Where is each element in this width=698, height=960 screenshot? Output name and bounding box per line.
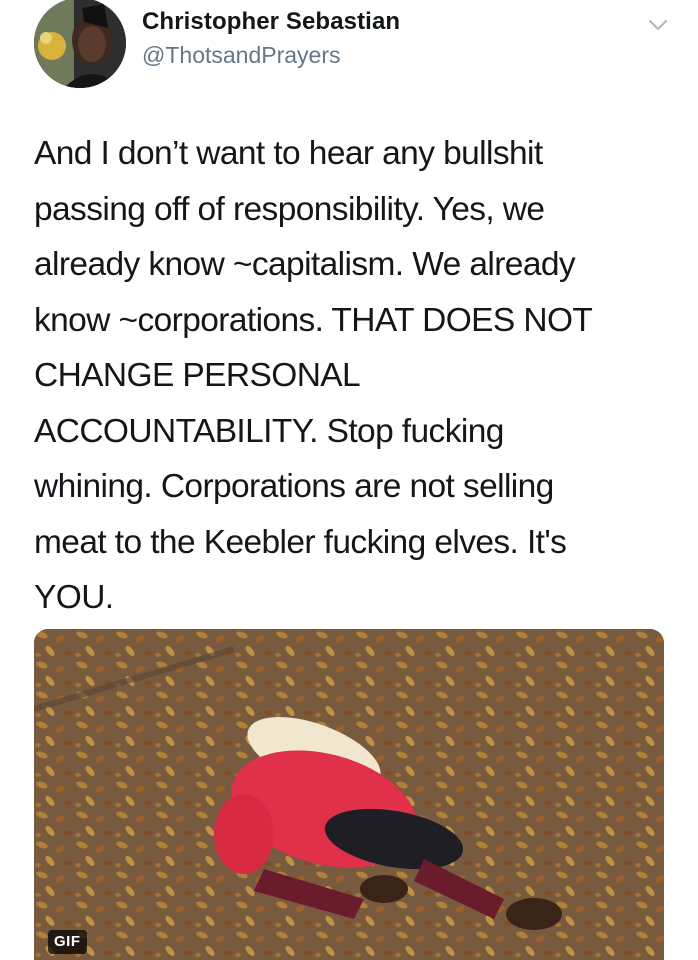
tweet: Christopher Sebastian @ThotsandPrayers A… — [0, 0, 698, 960]
chevron-down-icon[interactable] — [645, 12, 671, 38]
author-name[interactable]: Christopher Sebastian — [142, 8, 400, 36]
author-handle[interactable]: @ThotsandPrayers — [142, 42, 341, 69]
avatar[interactable] — [34, 0, 126, 88]
gif-badge: GIF — [48, 930, 87, 954]
tweet-text: And I don’t want to hear any bullshit pa… — [34, 135, 593, 616]
tweet-gif[interactable]: GIF — [34, 629, 664, 960]
